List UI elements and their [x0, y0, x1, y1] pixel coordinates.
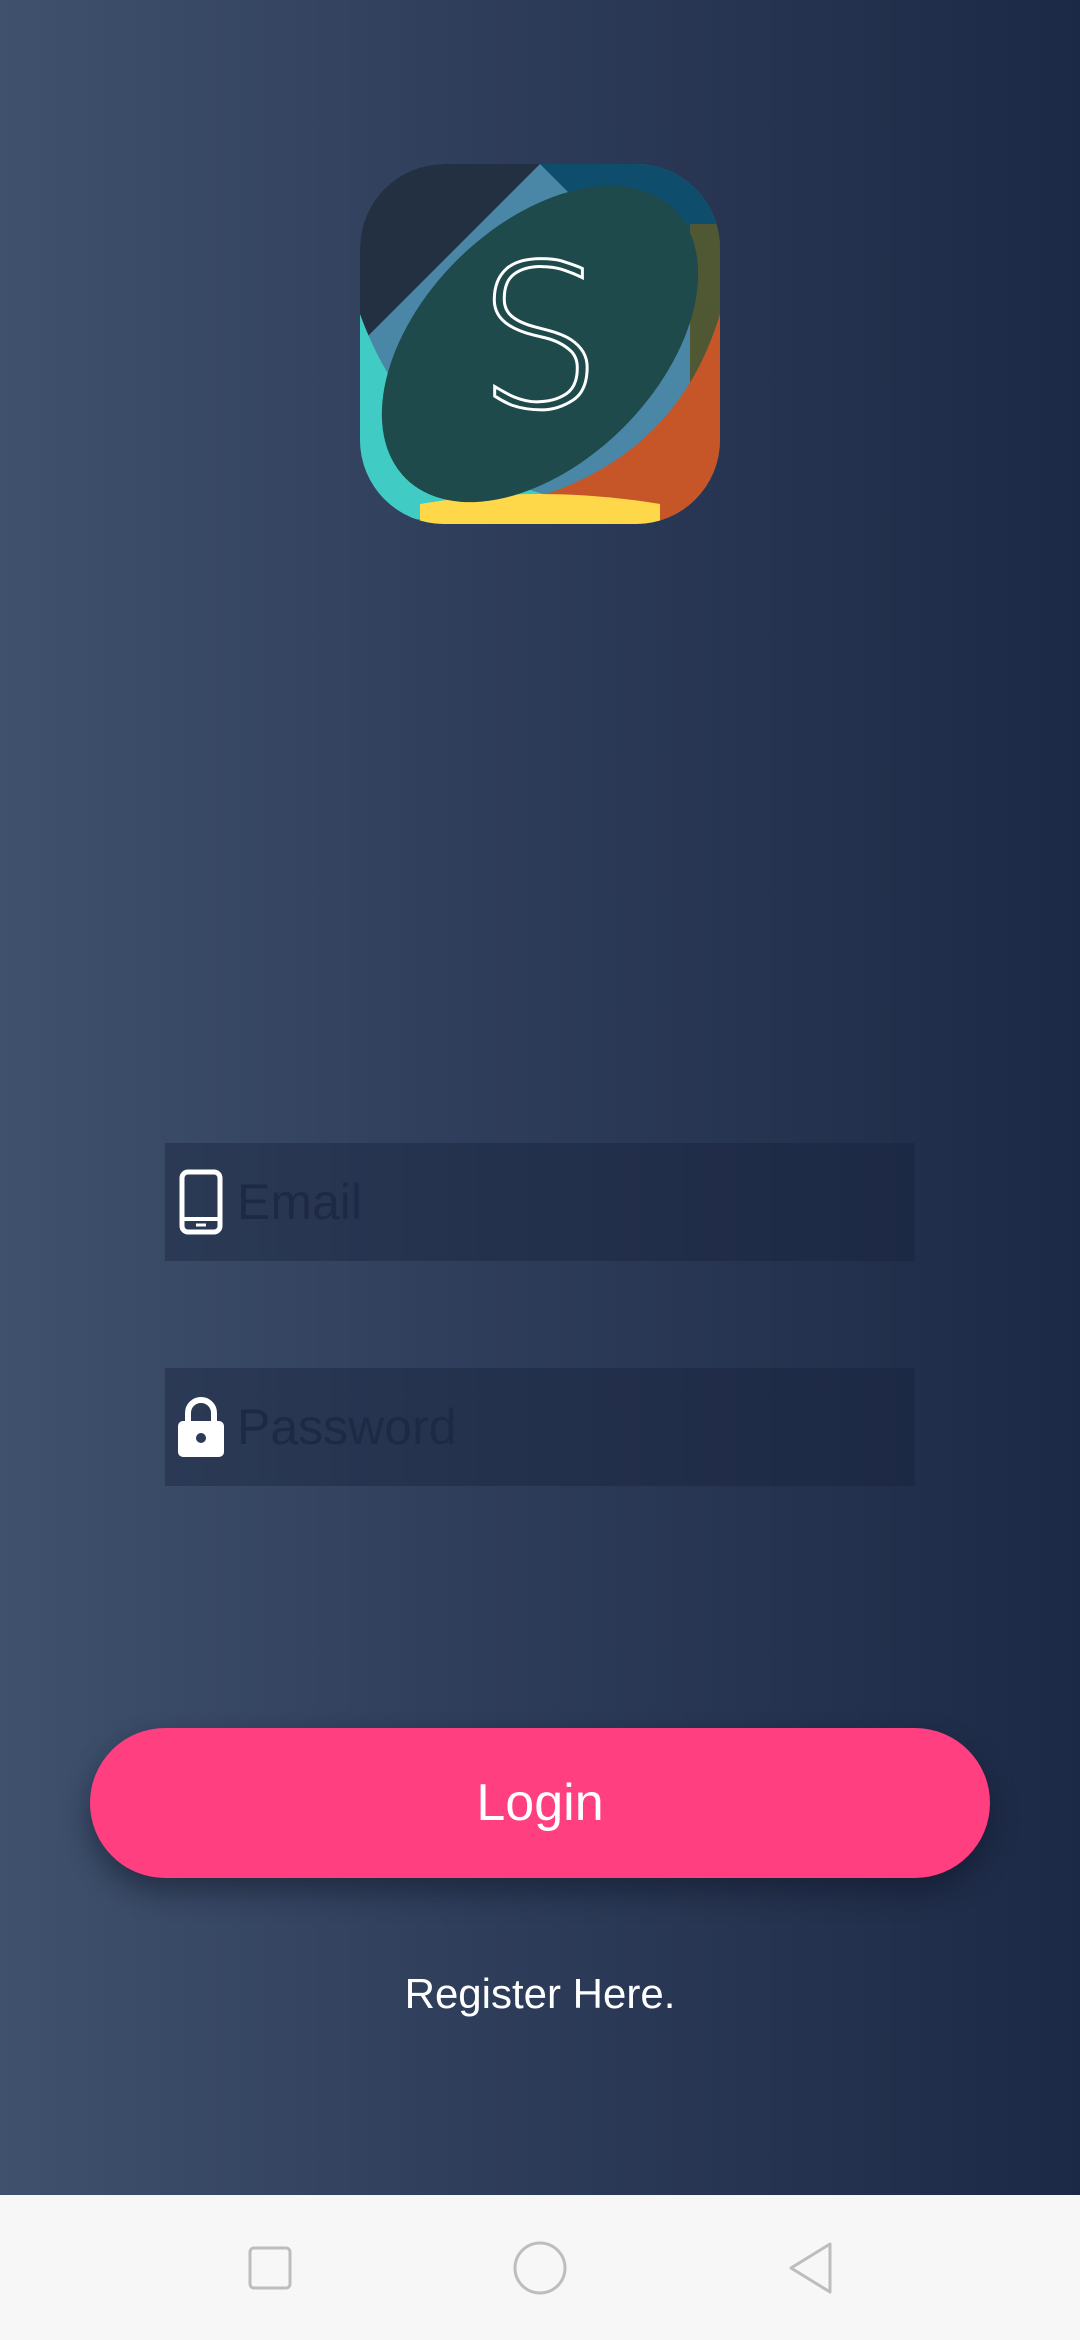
- lock-icon: [165, 1368, 237, 1486]
- email-field[interactable]: [165, 1143, 915, 1261]
- logo-letter: S: [475, 222, 605, 455]
- home-button[interactable]: [480, 2195, 600, 2340]
- login-button[interactable]: Login: [90, 1728, 990, 1878]
- recents-icon: [248, 2246, 292, 2289]
- system-navigation-bar: [0, 2195, 1080, 2340]
- back-button[interactable]: [750, 2195, 870, 2340]
- register-link[interactable]: Register Here.: [0, 1970, 1080, 2018]
- recents-button[interactable]: [210, 2195, 330, 2340]
- email-input[interactable]: [237, 1143, 915, 1261]
- app-logo: S: [360, 164, 720, 524]
- login-screen: S Login: [0, 0, 1080, 2195]
- home-icon: [513, 2241, 567, 2294]
- phone-icon: [165, 1143, 237, 1261]
- screen: S Login: [0, 0, 1080, 2340]
- password-field[interactable]: [165, 1368, 915, 1486]
- password-input[interactable]: [237, 1368, 915, 1486]
- back-icon: [789, 2242, 832, 2293]
